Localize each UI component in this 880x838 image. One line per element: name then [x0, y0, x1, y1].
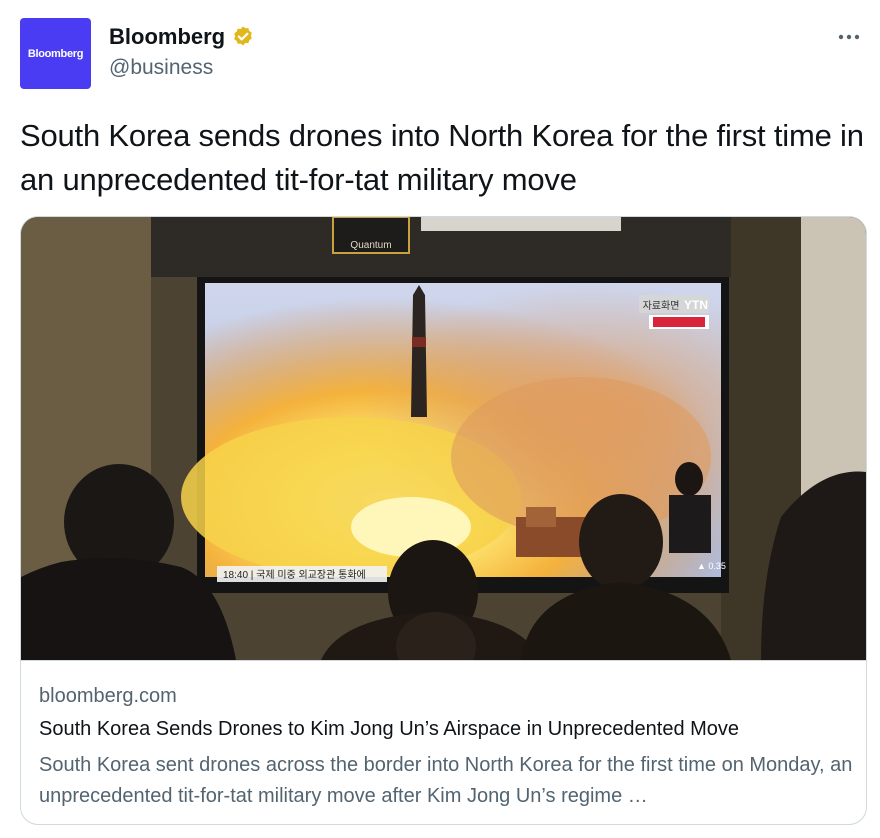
user-handle[interactable]: @business: [109, 56, 213, 80]
caption-text: 18:40 | 국제 미중 외교장관 통화에: [223, 569, 366, 581]
avatar[interactable]: Bloomberg: [20, 18, 91, 89]
quantum-label: Quantum: [350, 240, 391, 251]
card-description: South Korea sent drones across the borde…: [39, 754, 853, 807]
card-title[interactable]: South Korea Sends Drones to Kim Jong Un’…: [39, 718, 739, 741]
ticker-value: ▲ 0.35: [697, 561, 726, 571]
archive-label: 자료화면: [643, 300, 680, 312]
verified-badge-icon: [231, 25, 255, 49]
tweet-text: South Korea sends drones into North Kore…: [20, 118, 864, 197]
card-domain: bloomberg.com: [39, 685, 177, 707]
card-image[interactable]: Quantum 자료화면 YTN ▲ 0.35 18:40 | 국제 미중 외교…: [21, 217, 866, 660]
link-preview-card[interactable]: Quantum 자료화면 YTN ▲ 0.35 18:40 | 국제 미중 외교…: [20, 216, 867, 825]
ytn-logo: YTN: [684, 298, 708, 312]
display-name[interactable]: Bloomberg: [109, 24, 225, 50]
avatar-logo-text: Bloomberg: [27, 47, 84, 60]
card-meta[interactable]: bloomberg.com South Korea Sends Drones t…: [21, 660, 866, 824]
more-options-icon[interactable]: [834, 22, 864, 52]
author-name-row[interactable]: Bloomberg: [109, 24, 255, 50]
